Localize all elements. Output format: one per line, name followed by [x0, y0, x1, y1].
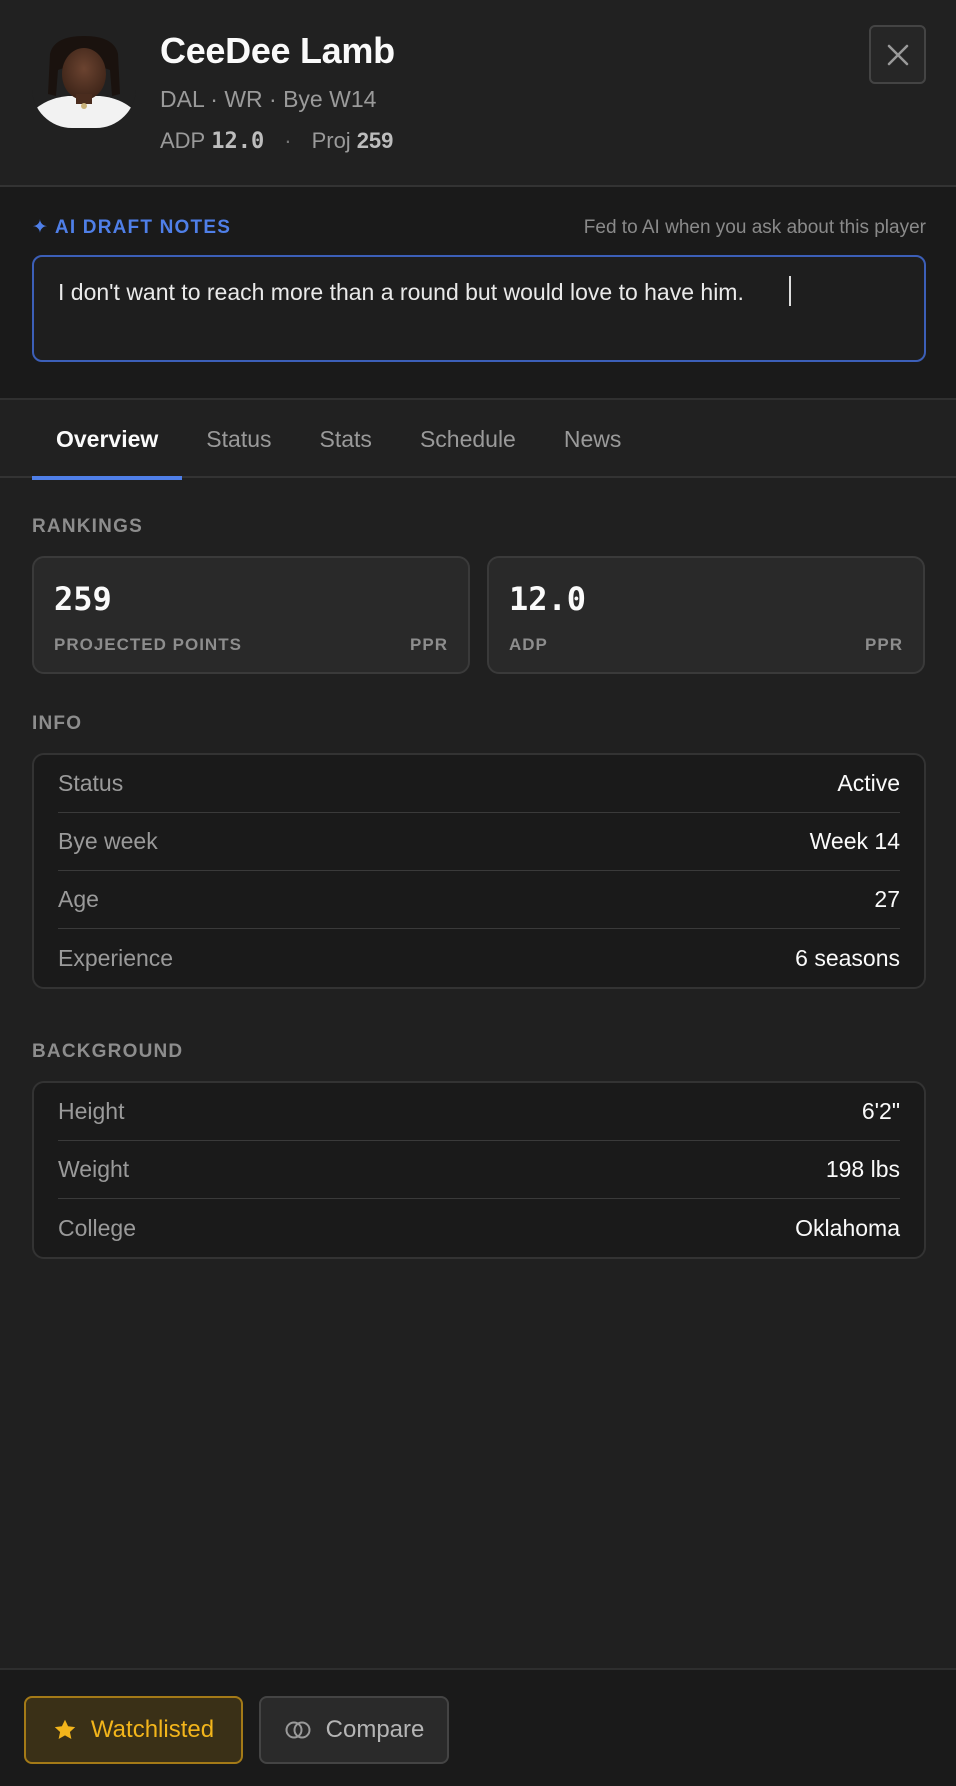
- info-row-bye-week: Bye week Week 14: [58, 813, 900, 871]
- info-row-experience: Experience 6 seasons: [58, 929, 900, 987]
- info-key: Height: [58, 1098, 125, 1124]
- rank-card-adp: 12.0 ADP PPR: [487, 556, 925, 674]
- rankings-heading: RANKINGS: [32, 516, 143, 537]
- background-card: Height 6'2" Weight 198 lbs College Oklah…: [32, 1081, 926, 1259]
- tab-bar: Overview Status Stats Schedule News: [0, 400, 956, 480]
- info-value: 6'2": [861, 1098, 900, 1124]
- info-row-age: Age 27: [58, 871, 900, 929]
- player-avatar: [32, 34, 136, 128]
- tab-news[interactable]: News: [540, 400, 646, 478]
- info-key: Bye week: [58, 828, 158, 854]
- player-name: CeeDee Lamb: [160, 30, 395, 71]
- adp-label: ADP: [160, 128, 206, 153]
- star-icon: [54, 1719, 76, 1739]
- adp-value: 12.0: [211, 129, 265, 154]
- info-card: Status Active Bye week Week 14 Age 27 Ex…: [32, 753, 926, 989]
- background-heading: BACKGROUND: [32, 1041, 184, 1062]
- close-button[interactable]: [869, 25, 926, 84]
- tab-status[interactable]: Status: [182, 400, 295, 478]
- info-key: Status: [58, 770, 124, 796]
- rank-label: ADP: [509, 635, 548, 654]
- info-value: Active: [837, 770, 900, 796]
- close-icon: [887, 44, 908, 65]
- background-row-height: Height 6'2": [58, 1083, 900, 1141]
- info-value: Week 14: [809, 828, 900, 854]
- proj-label: Proj: [311, 128, 351, 153]
- info-key: College: [58, 1214, 136, 1241]
- info-key: Weight: [58, 1156, 130, 1182]
- rank-value: 12.0: [509, 580, 587, 618]
- compare-label: Compare: [325, 1716, 425, 1743]
- info-value: Oklahoma: [795, 1214, 900, 1241]
- background-row-college: College Oklahoma: [58, 1199, 900, 1257]
- info-row-status: Status Active: [58, 755, 900, 813]
- player-quick-stats: ADP 12.0 · Proj 259: [160, 128, 393, 154]
- action-bar: Watchlisted Compare: [0, 1668, 956, 1786]
- watchlist-label: Watchlisted: [90, 1716, 215, 1743]
- info-key: Age: [58, 886, 99, 912]
- watchlist-button[interactable]: Watchlisted: [24, 1696, 243, 1764]
- rank-format: PPR: [410, 635, 448, 654]
- notes-title: ✦ AI DRAFT NOTES: [32, 217, 232, 238]
- proj-value: 259: [356, 128, 394, 153]
- stat-separator: ·: [284, 128, 292, 153]
- info-value: 27: [874, 886, 900, 912]
- background-row-weight: Weight 198 lbs: [58, 1141, 900, 1199]
- compare-icon: [285, 1721, 311, 1739]
- info-key: Experience: [58, 944, 174, 971]
- compare-button[interactable]: Compare: [259, 1696, 449, 1764]
- tab-stats[interactable]: Stats: [296, 400, 396, 478]
- rank-value: 259: [54, 580, 112, 618]
- text-cursor: [789, 276, 791, 306]
- player-header: CeeDee Lamb DAL · WR · Bye W14 ADP 12.0 …: [0, 0, 956, 187]
- info-value: 198 lbs: [825, 1156, 900, 1182]
- tab-schedule[interactable]: Schedule: [396, 400, 540, 478]
- info-heading: INFO: [32, 713, 83, 734]
- rank-format: PPR: [865, 635, 903, 654]
- info-value: 6 seasons: [795, 944, 900, 971]
- ai-draft-notes: ✦ AI DRAFT NOTES Fed to AI when you ask …: [0, 187, 956, 400]
- notes-hint: Fed to AI when you ask about this player: [583, 217, 926, 238]
- rank-label: PROJECTED POINTS: [54, 635, 242, 654]
- notes-textarea[interactable]: I don't want to reach more than a round …: [32, 255, 926, 362]
- player-meta: DAL · WR · Bye W14: [160, 86, 377, 112]
- rank-card-projected-points: 259 PROJECTED POINTS PPR: [32, 556, 470, 674]
- tab-overview[interactable]: Overview: [32, 400, 183, 480]
